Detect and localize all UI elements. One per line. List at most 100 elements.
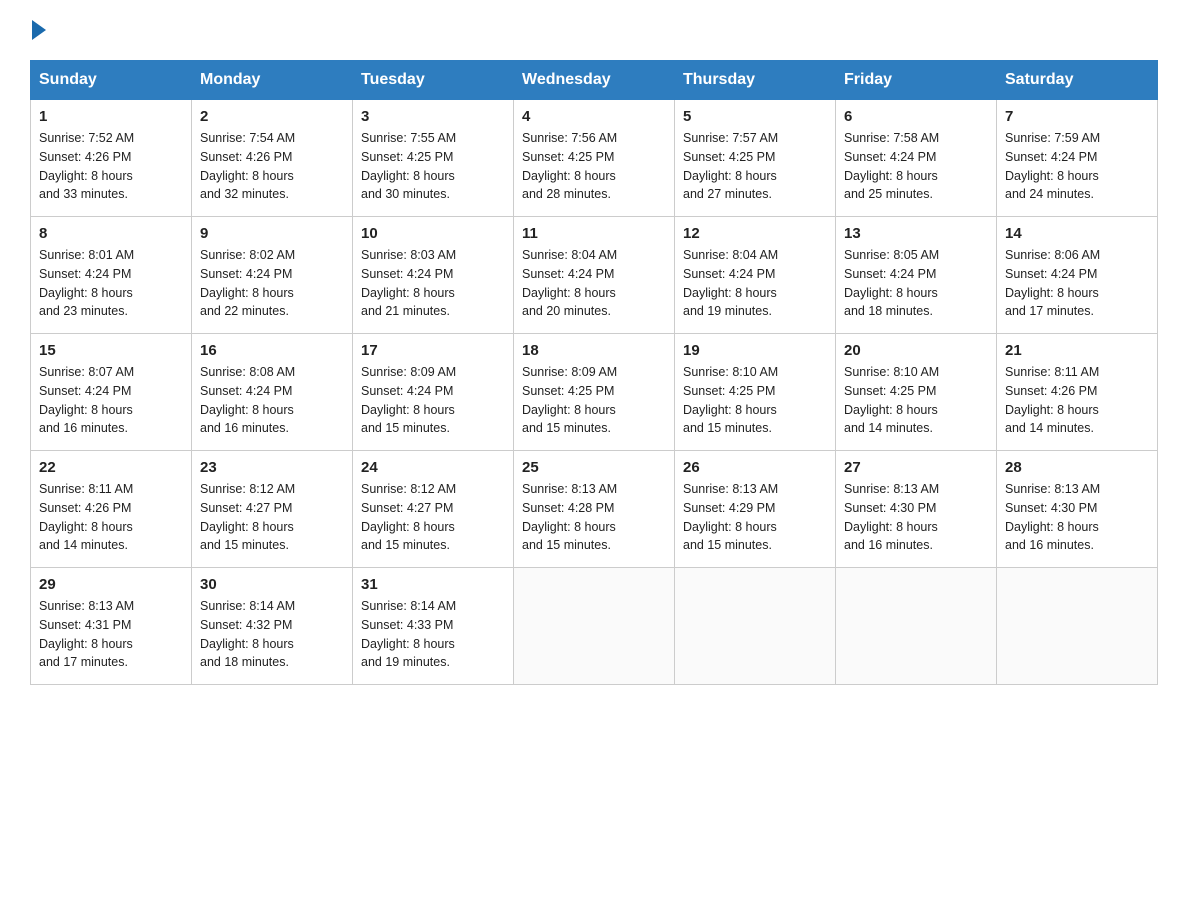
col-thursday: Thursday — [675, 61, 836, 100]
col-friday: Friday — [836, 61, 997, 100]
day-number: 7 — [1005, 108, 1149, 125]
logo-arrow-icon — [32, 20, 46, 40]
day-info: Sunrise: 8:03 AMSunset: 4:24 PMDaylight:… — [361, 246, 505, 321]
table-row: 10 Sunrise: 8:03 AMSunset: 4:24 PMDayligh… — [353, 217, 514, 334]
table-row: 18 Sunrise: 8:09 AMSunset: 4:25 PMDayligh… — [514, 334, 675, 451]
day-info: Sunrise: 7:58 AMSunset: 4:24 PMDaylight:… — [844, 129, 988, 204]
day-info: Sunrise: 8:13 AMSunset: 4:31 PMDaylight:… — [39, 597, 183, 672]
table-row — [675, 568, 836, 685]
table-row: 5Sunrise: 7:57 AMSunset: 4:25 PMDaylight… — [675, 100, 836, 217]
day-info: Sunrise: 8:08 AMSunset: 4:24 PMDaylight:… — [200, 363, 344, 438]
table-row: 8 Sunrise: 8:01 AMSunset: 4:24 PMDaylight… — [31, 217, 192, 334]
calendar-week-row: 1 Sunrise: 7:52 AMSunset: 4:26 PMDaylight… — [31, 100, 1158, 217]
day-number: 12 — [683, 225, 827, 242]
day-info: Sunrise: 8:05 AMSunset: 4:24 PMDaylight:… — [844, 246, 988, 321]
day-info: Sunrise: 8:12 AMSunset: 4:27 PMDaylight:… — [200, 480, 344, 555]
day-info: Sunrise: 8:11 AMSunset: 4:26 PMDaylight:… — [39, 480, 183, 555]
calendar-week-row: 22 Sunrise: 8:11 AMSunset: 4:26 PMDayligh… — [31, 451, 1158, 568]
day-number: 24 — [361, 459, 505, 476]
day-number: 19 — [683, 342, 827, 359]
day-number: 23 — [200, 459, 344, 476]
col-tuesday: Tuesday — [353, 61, 514, 100]
day-number: 25 — [522, 459, 666, 476]
day-number: 9 — [200, 225, 344, 242]
day-number: 14 — [1005, 225, 1149, 242]
table-row: 9 Sunrise: 8:02 AMSunset: 4:24 PMDaylight… — [192, 217, 353, 334]
day-info: Sunrise: 8:14 AMSunset: 4:33 PMDaylight:… — [361, 597, 505, 672]
day-number: 30 — [200, 576, 344, 593]
day-number: 3 — [361, 108, 505, 125]
day-info: Sunrise: 7:55 AMSunset: 4:25 PMDaylight:… — [361, 129, 505, 204]
table-row: 16 Sunrise: 8:08 AMSunset: 4:24 PMDayligh… — [192, 334, 353, 451]
logo — [30, 20, 48, 40]
table-row: 1 Sunrise: 7:52 AMSunset: 4:26 PMDaylight… — [31, 100, 192, 217]
day-number: 4 — [522, 108, 666, 125]
day-info: Sunrise: 8:09 AMSunset: 4:25 PMDaylight:… — [522, 363, 666, 438]
day-number: 29 — [39, 576, 183, 593]
table-row: 28Sunrise: 8:13 AMSunset: 4:30 PMDayligh… — [997, 451, 1158, 568]
col-wednesday: Wednesday — [514, 61, 675, 100]
day-number: 11 — [522, 225, 666, 242]
day-number: 6 — [844, 108, 988, 125]
day-number: 27 — [844, 459, 988, 476]
table-row: 2Sunrise: 7:54 AMSunset: 4:26 PMDaylight… — [192, 100, 353, 217]
table-row: 13 Sunrise: 8:05 AMSunset: 4:24 PMDayligh… — [836, 217, 997, 334]
page-header — [30, 20, 1158, 40]
day-info: Sunrise: 7:52 AMSunset: 4:26 PMDaylight:… — [39, 129, 183, 204]
table-row: 29 Sunrise: 8:13 AMSunset: 4:31 PMDayligh… — [31, 568, 192, 685]
day-info: Sunrise: 8:09 AMSunset: 4:24 PMDaylight:… — [361, 363, 505, 438]
day-info: Sunrise: 8:13 AMSunset: 4:30 PMDaylight:… — [1005, 480, 1149, 555]
table-row — [514, 568, 675, 685]
day-info: Sunrise: 8:02 AMSunset: 4:24 PMDaylight:… — [200, 246, 344, 321]
calendar-table: Sunday Monday Tuesday Wednesday Thursday… — [30, 60, 1158, 685]
day-info: Sunrise: 7:54 AMSunset: 4:26 PMDaylight:… — [200, 129, 344, 204]
calendar-week-row: 29 Sunrise: 8:13 AMSunset: 4:31 PMDayligh… — [31, 568, 1158, 685]
day-number: 17 — [361, 342, 505, 359]
table-row: 17 Sunrise: 8:09 AMSunset: 4:24 PMDayligh… — [353, 334, 514, 451]
day-number: 18 — [522, 342, 666, 359]
day-info: Sunrise: 8:10 AMSunset: 4:25 PMDaylight:… — [683, 363, 827, 438]
table-row: 31Sunrise: 8:14 AMSunset: 4:33 PMDayligh… — [353, 568, 514, 685]
day-info: Sunrise: 7:56 AMSunset: 4:25 PMDaylight:… — [522, 129, 666, 204]
day-info: Sunrise: 8:13 AMSunset: 4:28 PMDaylight:… — [522, 480, 666, 555]
day-number: 10 — [361, 225, 505, 242]
day-number: 22 — [39, 459, 183, 476]
day-info: Sunrise: 8:01 AMSunset: 4:24 PMDaylight:… — [39, 246, 183, 321]
table-row: 27 Sunrise: 8:13 AMSunset: 4:30 PMDayligh… — [836, 451, 997, 568]
table-row: 26 Sunrise: 8:13 AMSunset: 4:29 PMDayligh… — [675, 451, 836, 568]
day-number: 16 — [200, 342, 344, 359]
table-row: 12 Sunrise: 8:04 AMSunset: 4:24 PMDayligh… — [675, 217, 836, 334]
table-row: 6 Sunrise: 7:58 AMSunset: 4:24 PMDaylight… — [836, 100, 997, 217]
day-number: 13 — [844, 225, 988, 242]
table-row: 30 Sunrise: 8:14 AMSunset: 4:32 PMDayligh… — [192, 568, 353, 685]
table-row: 22 Sunrise: 8:11 AMSunset: 4:26 PMDayligh… — [31, 451, 192, 568]
table-row: 21 Sunrise: 8:11 AMSunset: 4:26 PMDayligh… — [997, 334, 1158, 451]
day-number: 5 — [683, 108, 827, 125]
table-row — [836, 568, 997, 685]
day-info: Sunrise: 8:10 AMSunset: 4:25 PMDaylight:… — [844, 363, 988, 438]
day-info: Sunrise: 8:13 AMSunset: 4:29 PMDaylight:… — [683, 480, 827, 555]
table-row: 20Sunrise: 8:10 AMSunset: 4:25 PMDayligh… — [836, 334, 997, 451]
table-row: 25 Sunrise: 8:13 AMSunset: 4:28 PMDayligh… — [514, 451, 675, 568]
day-info: Sunrise: 8:04 AMSunset: 4:24 PMDaylight:… — [683, 246, 827, 321]
calendar-week-row: 15Sunrise: 8:07 AMSunset: 4:24 PMDayligh… — [31, 334, 1158, 451]
day-info: Sunrise: 8:13 AMSunset: 4:30 PMDaylight:… — [844, 480, 988, 555]
day-info: Sunrise: 8:12 AMSunset: 4:27 PMDaylight:… — [361, 480, 505, 555]
day-info: Sunrise: 8:11 AMSunset: 4:26 PMDaylight:… — [1005, 363, 1149, 438]
day-number: 1 — [39, 108, 183, 125]
day-info: Sunrise: 8:07 AMSunset: 4:24 PMDaylight:… — [39, 363, 183, 438]
col-saturday: Saturday — [997, 61, 1158, 100]
day-number: 26 — [683, 459, 827, 476]
calendar-week-row: 8 Sunrise: 8:01 AMSunset: 4:24 PMDaylight… — [31, 217, 1158, 334]
table-row: 7Sunrise: 7:59 AMSunset: 4:24 PMDaylight… — [997, 100, 1158, 217]
table-row: 3 Sunrise: 7:55 AMSunset: 4:25 PMDaylight… — [353, 100, 514, 217]
table-row: 23 Sunrise: 8:12 AMSunset: 4:27 PMDayligh… — [192, 451, 353, 568]
col-monday: Monday — [192, 61, 353, 100]
col-sunday: Sunday — [31, 61, 192, 100]
day-number: 21 — [1005, 342, 1149, 359]
day-info: Sunrise: 8:14 AMSunset: 4:32 PMDaylight:… — [200, 597, 344, 672]
table-row: 24 Sunrise: 8:12 AMSunset: 4:27 PMDayligh… — [353, 451, 514, 568]
day-number: 8 — [39, 225, 183, 242]
day-info: Sunrise: 8:06 AMSunset: 4:24 PMDaylight:… — [1005, 246, 1149, 321]
table-row: 14 Sunrise: 8:06 AMSunset: 4:24 PMDayligh… — [997, 217, 1158, 334]
